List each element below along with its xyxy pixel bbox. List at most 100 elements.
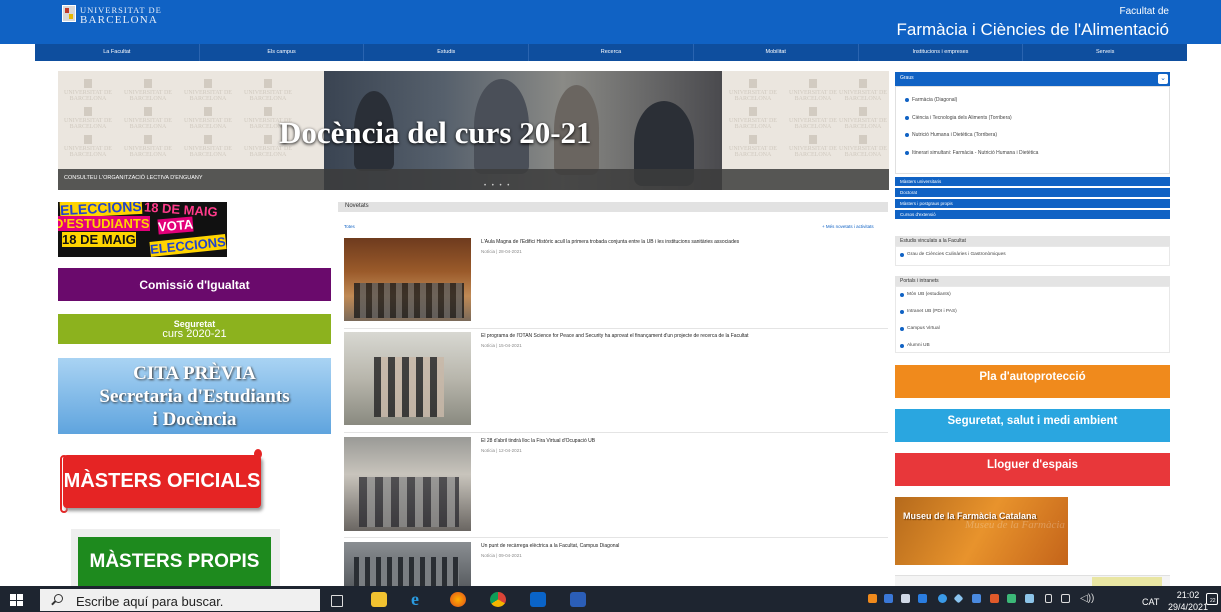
nav-estudis[interactable]: Estudis: [364, 44, 530, 61]
watermark-logo: UNIVERSITAT DE BARCELONA: [838, 135, 888, 158]
clock-date: 29/4/2021: [1168, 602, 1209, 612]
seguretat-curs-button[interactable]: Seguretat curs 2020-21: [58, 314, 331, 344]
news-image[interactable]: [344, 238, 471, 321]
nav-els-campus[interactable]: Els campus: [200, 44, 365, 61]
security-icon[interactable]: [972, 594, 981, 603]
cita-previa-button[interactable]: CITA PRÈVIA Secretaria d'Estudiants i Do…: [58, 358, 331, 434]
volume-icon[interactable]: ◁)): [1080, 594, 1096, 604]
onedrive-icon[interactable]: [938, 594, 947, 603]
lloguer-espais-button[interactable]: Lloguer d'espais: [895, 453, 1170, 486]
novetats-title: Novetats: [345, 203, 369, 209]
pla-autoproteccio-button[interactable]: Pla d'autoprotecció: [895, 365, 1170, 398]
news-title[interactable]: El programa de l'OTAN Science for Peace …: [481, 333, 861, 339]
masters-universitaris-row[interactable]: Màsters universitaris: [895, 177, 1170, 187]
masters-propis-button[interactable]: MÀSTERS PROPIS: [78, 537, 271, 586]
clock[interactable]: 21:02 29/4/2021: [1168, 589, 1208, 612]
tab-totes[interactable]: Totes: [344, 224, 355, 229]
grau-item[interactable]: Nutrició Humana i Dietètica (Torribera): [905, 132, 997, 138]
news-title[interactable]: L'Aula Magna de l'Edifici Històric acull…: [481, 239, 861, 245]
portal-item[interactable]: Alumni UB: [900, 343, 930, 348]
more-news-link[interactable]: + Més novetats i activitats: [822, 224, 874, 229]
news-divider: [344, 328, 888, 329]
notification-center-icon[interactable]: 22: [1206, 593, 1218, 605]
watermark-logo: UNIVERSITAT DE BARCELONA: [183, 135, 233, 158]
ub-logo[interactable]: UNIVERSITAT DE BARCELONA: [62, 5, 162, 26]
graus-header[interactable]: [895, 72, 1170, 86]
notification-count: 22: [1210, 598, 1216, 604]
network-icon[interactable]: [1061, 594, 1070, 603]
estudis-vinculats-header: Estudis vinculats a la Facultat: [895, 236, 1170, 246]
news-title[interactable]: El 28 d'abril tindrà lloc la Fira Virtua…: [481, 438, 861, 444]
watermark-logo: UNIVERSITAT DE BARCELONA: [183, 107, 233, 130]
banner-caption[interactable]: CONSULTEU L'ORGANITZACIÓ LECTIVA D'ENGUA…: [64, 175, 203, 181]
masters-oficials-button[interactable]: MÀSTERS OFICIALS: [63, 455, 261, 508]
seguretat-salut-medi-ambient-button[interactable]: Seguretat, salut i medi ambient: [895, 409, 1170, 442]
news-meta: Notícia | 12-04-2021: [481, 448, 522, 453]
watermark-logo: UNIVERSITAT DE BARCELONA: [728, 107, 778, 130]
news-image[interactable]: [344, 542, 471, 586]
bullet-icon: [900, 343, 904, 348]
portal-item[interactable]: Món UB (estudiants): [900, 292, 951, 297]
watermark-logo: UNIVERSITAT DE BARCELONA: [243, 79, 293, 102]
internet-explorer-icon[interactable]: e: [411, 590, 427, 608]
watermark-logo: UNIVERSITAT DE BARCELONA: [123, 107, 173, 130]
nav-serveis[interactable]: Serveis: [1023, 44, 1187, 61]
nav-mobilitat[interactable]: Mobilitat: [694, 44, 859, 61]
outlook-icon[interactable]: [530, 592, 546, 607]
doctorat-row[interactable]: Doctorat: [895, 188, 1170, 198]
news-image[interactable]: [344, 332, 471, 425]
grau-label: Ciència i Tecnologia dels Aliments (Torr…: [912, 115, 1012, 121]
portal-item[interactable]: Intranet UB (PDI i PAS): [900, 309, 957, 314]
grau-item[interactable]: Ciència i Tecnologia dels Aliments (Torr…: [905, 115, 1012, 121]
bullet-icon: [900, 252, 904, 257]
taskbar-search-placeholder[interactable]: Escribe aquí para buscar.: [76, 594, 223, 609]
battery-icon[interactable]: [1045, 594, 1052, 603]
nav-la-facultat[interactable]: La Facultat: [35, 44, 200, 61]
bullet-icon: [905, 98, 909, 102]
portal-item[interactable]: Campus Virtual: [900, 326, 940, 331]
comissio-igualtat-button[interactable]: Comissió d'Igualtat: [58, 268, 331, 301]
firefox-icon[interactable]: [450, 592, 466, 607]
page: UNIVERSITAT DE BARCELONA Facultat de Far…: [0, 0, 1221, 612]
nav-institucions-empreses[interactable]: Institucions i empreses: [859, 44, 1024, 61]
chevron-down-icon[interactable]: ⌄: [1158, 74, 1168, 84]
banner-pagination-dots[interactable]: • • • •: [484, 183, 511, 189]
tray-app-icon[interactable]: [884, 594, 893, 603]
file-explorer-icon[interactable]: [371, 592, 387, 607]
tray-app-icon[interactable]: [918, 594, 927, 603]
language-indicator[interactable]: CAT: [1142, 597, 1159, 607]
tray-app-icon[interactable]: [1025, 594, 1034, 603]
chrome-icon[interactable]: [490, 592, 506, 607]
news-image[interactable]: [344, 437, 471, 531]
novetats-header-bar: [338, 202, 888, 212]
cursos-extensio-row[interactable]: Cursos d'extensió: [895, 210, 1170, 220]
news-divider: [344, 432, 888, 433]
masters-postgraus-propis-row[interactable]: Màsters i postgraus propis: [895, 199, 1170, 209]
hero-banner[interactable]: UNIVERSITAT DE BARCELONA UNIVERSITAT DE BA…: [58, 71, 889, 190]
tray-app-icon[interactable]: [990, 594, 999, 603]
task-view-icon[interactable]: [331, 595, 343, 607]
vinculat-item[interactable]: Grau de Ciències Culinàries i Gastronòmi…: [900, 252, 1006, 257]
seguretat-curs-label: curs 2020-21: [162, 328, 227, 340]
tray-app-icon[interactable]: [1007, 594, 1016, 603]
nav-recerca[interactable]: Recerca: [529, 44, 694, 61]
mail-icon[interactable]: [901, 594, 910, 603]
word-icon[interactable]: [570, 592, 586, 607]
news-title[interactable]: Un punt de recàrrega elèctrica a la Facu…: [481, 543, 861, 549]
news-divider: [344, 537, 888, 538]
faculty-name[interactable]: Farmàcia i Ciències de l'Alimentació: [896, 20, 1169, 40]
grau-item[interactable]: Farmàcia (Diagonal): [905, 97, 957, 103]
museu-farmacia-banner[interactable]: [895, 497, 1068, 565]
windows-start-icon[interactable]: [10, 594, 23, 606]
elecciones-banner[interactable]: ELECCIONS 18 DE MAIG D'ESTUDIANTS VOTA 1…: [58, 202, 227, 257]
elecciones-text: D'ESTUDIANTS: [58, 216, 150, 231]
search-icon: [54, 594, 63, 603]
watermark-logo: UNIVERSITAT DE BARCELONA: [63, 107, 113, 130]
tray-app-icon[interactable]: [868, 594, 877, 603]
watermark-logo: UNIVERSITAT DE BARCELONA: [728, 135, 778, 158]
grau-item[interactable]: Itinerari simultani: Farmàcia - Nutrició…: [905, 150, 1038, 156]
faculty-prefix: Facultat de: [1119, 6, 1169, 17]
elecciones-text: ELECCIONS: [149, 234, 227, 257]
sidebar-bottom-banner[interactable]: [1092, 577, 1162, 586]
ub-logo-line2: BARCELONA: [80, 14, 159, 26]
